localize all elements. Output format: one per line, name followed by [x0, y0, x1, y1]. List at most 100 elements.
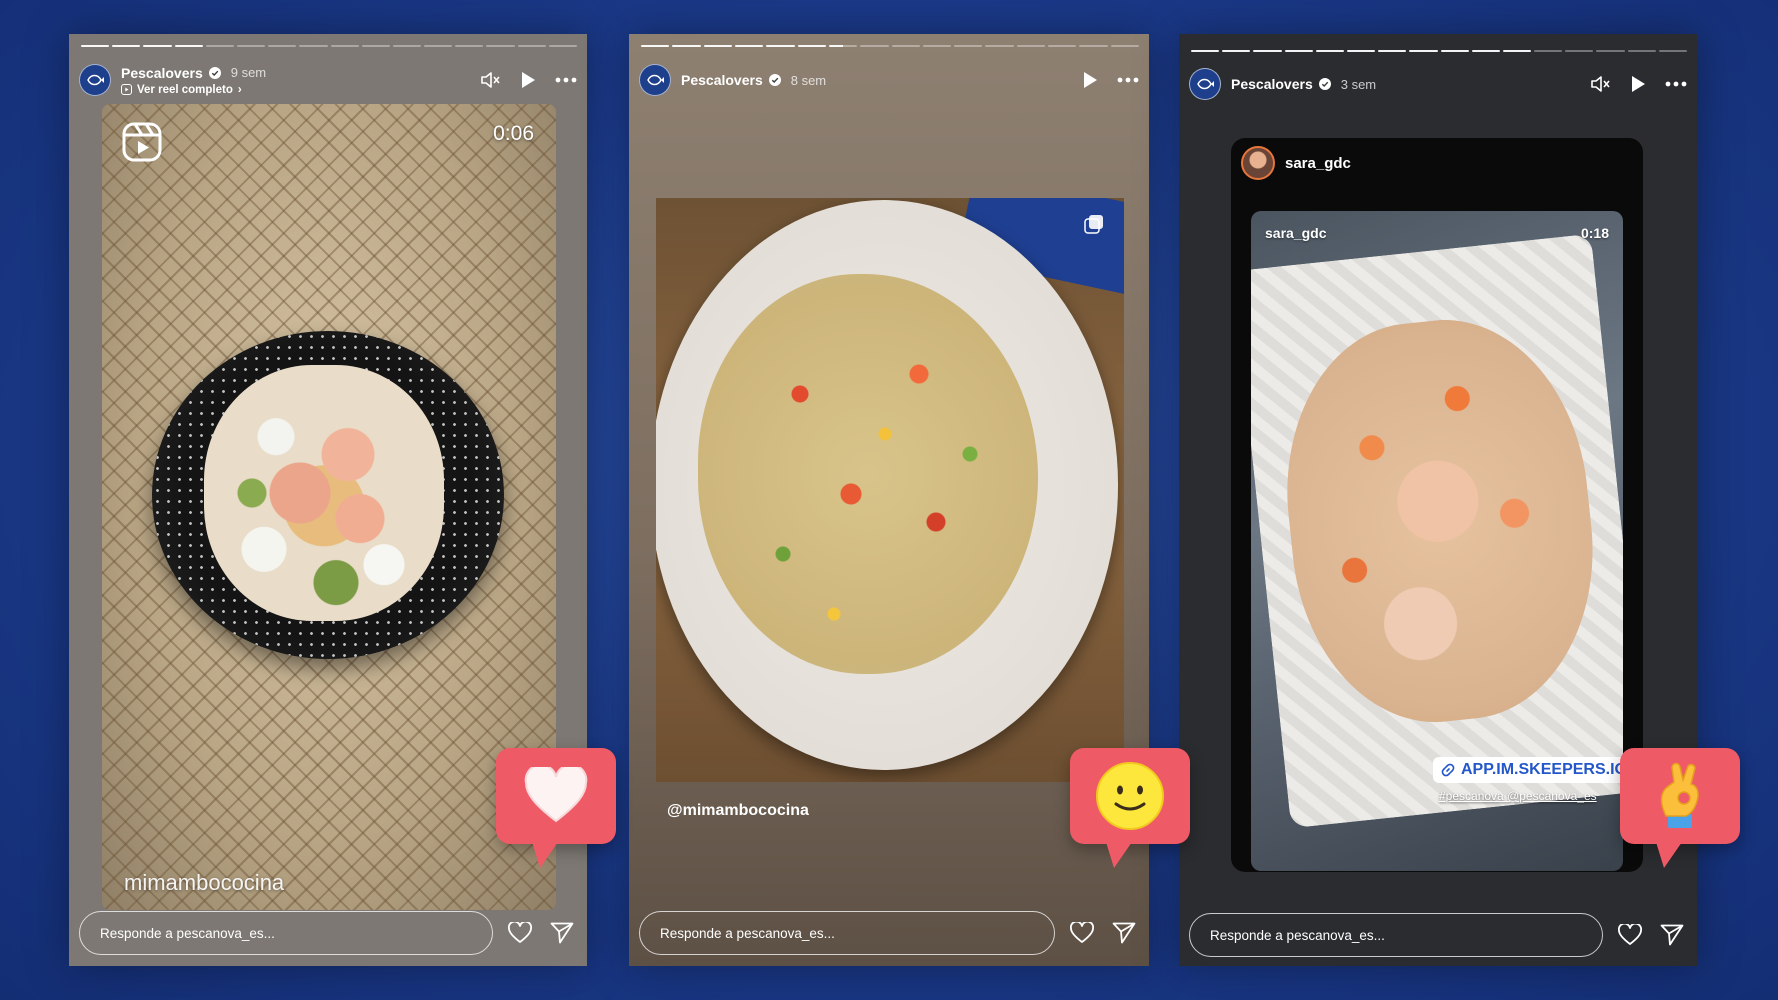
mute-button[interactable]: [479, 69, 501, 91]
progress-segment: [143, 45, 172, 47]
progress-segment: [766, 45, 795, 47]
reply-input[interactable]: Responde a pescanova_es...: [1189, 913, 1603, 957]
send-icon: [1112, 922, 1136, 944]
progress-segment: [1534, 50, 1563, 52]
progress-segment: [641, 45, 670, 47]
progress-segment: [299, 45, 328, 47]
progress-segment: [268, 45, 297, 47]
progress-segment: [392, 45, 422, 47]
more-options-button[interactable]: [555, 69, 577, 91]
reply-placeholder: Responde a pescanova_es...: [660, 925, 835, 941]
progress-segment: [1627, 50, 1656, 52]
progress-segment: [891, 45, 920, 47]
username[interactable]: Pescalovers: [1231, 76, 1313, 92]
story-footer: Responde a pescanova_es...: [1189, 912, 1687, 958]
play-button[interactable]: [517, 69, 539, 91]
play-icon: [1084, 72, 1097, 88]
progress-segment: [1502, 50, 1532, 52]
profile-avatar[interactable]: [79, 64, 111, 96]
heart-icon: [1070, 922, 1094, 943]
ok-hand-icon: [1660, 762, 1699, 828]
progress-segment: [112, 45, 141, 47]
reply-placeholder: Responde a pescanova_es...: [1210, 927, 1385, 943]
shared-video[interactable]: sara_gdc 0:18 APP.IM.SKEEPERS.IO #pescan…: [1251, 211, 1623, 871]
shared-post-card[interactable]: sara_gdc sara_gdc 0:18 APP.IM.SKEEPERS.I…: [1231, 138, 1643, 872]
reply-input[interactable]: Responde a pescanova_es...: [79, 911, 493, 955]
username[interactable]: Pescalovers: [121, 65, 203, 81]
progress-segment: [548, 45, 577, 47]
story-header: Pescalovers 3 sem: [1189, 60, 1687, 108]
progress-segment: [1048, 45, 1077, 47]
share-button[interactable]: [1657, 920, 1687, 950]
link-sticker-label: APP.IM.SKEEPERS.IO: [1461, 761, 1623, 778]
send-icon: [550, 922, 574, 944]
couscous-plate-image: [656, 200, 1118, 770]
fish-logo-icon: [1197, 78, 1214, 90]
progress-segment: [81, 45, 110, 47]
more-options-button[interactable]: [1117, 69, 1139, 91]
heart-icon: [508, 922, 532, 943]
hashtags-text[interactable]: #pescanova @pescanova_es: [1439, 789, 1597, 803]
progress-segment: [1596, 50, 1625, 52]
progress-segment: [1378, 50, 1407, 52]
progress-segment: [1110, 45, 1139, 47]
like-button[interactable]: [1615, 920, 1645, 950]
progress-segment: [828, 45, 858, 47]
story-footer: Responde a pescanova_es...: [639, 910, 1139, 956]
heart-icon: [1618, 924, 1642, 945]
play-icon: [522, 72, 535, 88]
link-sticker[interactable]: APP.IM.SKEEPERS.IO: [1433, 757, 1623, 783]
link-icon: [1441, 763, 1455, 777]
shared-user-avatar[interactable]: [1241, 146, 1275, 180]
verified-badge-icon: [768, 74, 781, 86]
progress-segment: [455, 45, 484, 47]
fish-logo-icon: [87, 74, 104, 86]
progress-segment: [236, 45, 266, 47]
reply-input[interactable]: Responde a pescanova_es...: [639, 911, 1055, 955]
mention-caption[interactable]: @mimambococina: [667, 802, 809, 820]
like-button[interactable]: [505, 918, 535, 948]
progress-segment: [922, 45, 952, 47]
view-full-reel-link[interactable]: Ver reel completo ›: [121, 84, 266, 96]
progress-segment: [1016, 45, 1046, 47]
like-button[interactable]: [1067, 918, 1097, 948]
reels-icon: [122, 122, 162, 162]
story-media-photo[interactable]: [656, 198, 1124, 782]
progress-segment: [954, 45, 983, 47]
story-media-reel[interactable]: 0:06 mimambococina: [102, 104, 556, 910]
more-options-button[interactable]: [1665, 73, 1687, 95]
ellipsis-icon: [1117, 77, 1139, 83]
progress-segment: [1346, 50, 1376, 52]
shared-username[interactable]: sara_gdc: [1285, 155, 1351, 172]
salad-bowl-image: [152, 331, 504, 659]
smiley-reaction-bubble: [1070, 748, 1190, 868]
heart-reaction-bubble: [496, 748, 616, 868]
post-time: 9 sem: [230, 65, 267, 80]
story-progress-bar: [81, 45, 577, 47]
play-icon: [1632, 76, 1645, 92]
send-icon: [1660, 924, 1684, 946]
progress-segment: [1284, 50, 1313, 52]
profile-avatar[interactable]: [1189, 68, 1221, 100]
post-time: 8 sem: [790, 72, 827, 88]
verified-badge-icon: [208, 66, 221, 79]
progress-segment: [174, 45, 203, 47]
mute-button[interactable]: [1589, 73, 1611, 95]
profile-avatar[interactable]: [639, 64, 671, 96]
verified-badge-icon: [1318, 78, 1331, 90]
progress-segment: [205, 45, 234, 47]
view-full-reel-label: Ver reel completo: [137, 83, 233, 96]
username[interactable]: Pescalovers: [681, 72, 763, 88]
progress-segment: [672, 45, 701, 47]
progress-segment: [330, 45, 359, 47]
ellipsis-icon: [555, 77, 577, 83]
ok-hand-reaction-bubble: [1620, 748, 1740, 868]
share-button[interactable]: [547, 918, 577, 948]
progress-segment: [424, 45, 453, 47]
reel-caption: mimambococina: [124, 870, 285, 895]
play-button[interactable]: [1079, 69, 1101, 91]
progress-segment: [797, 45, 826, 47]
play-button[interactable]: [1627, 73, 1649, 95]
share-button[interactable]: [1109, 918, 1139, 948]
progress-segment: [703, 45, 732, 47]
